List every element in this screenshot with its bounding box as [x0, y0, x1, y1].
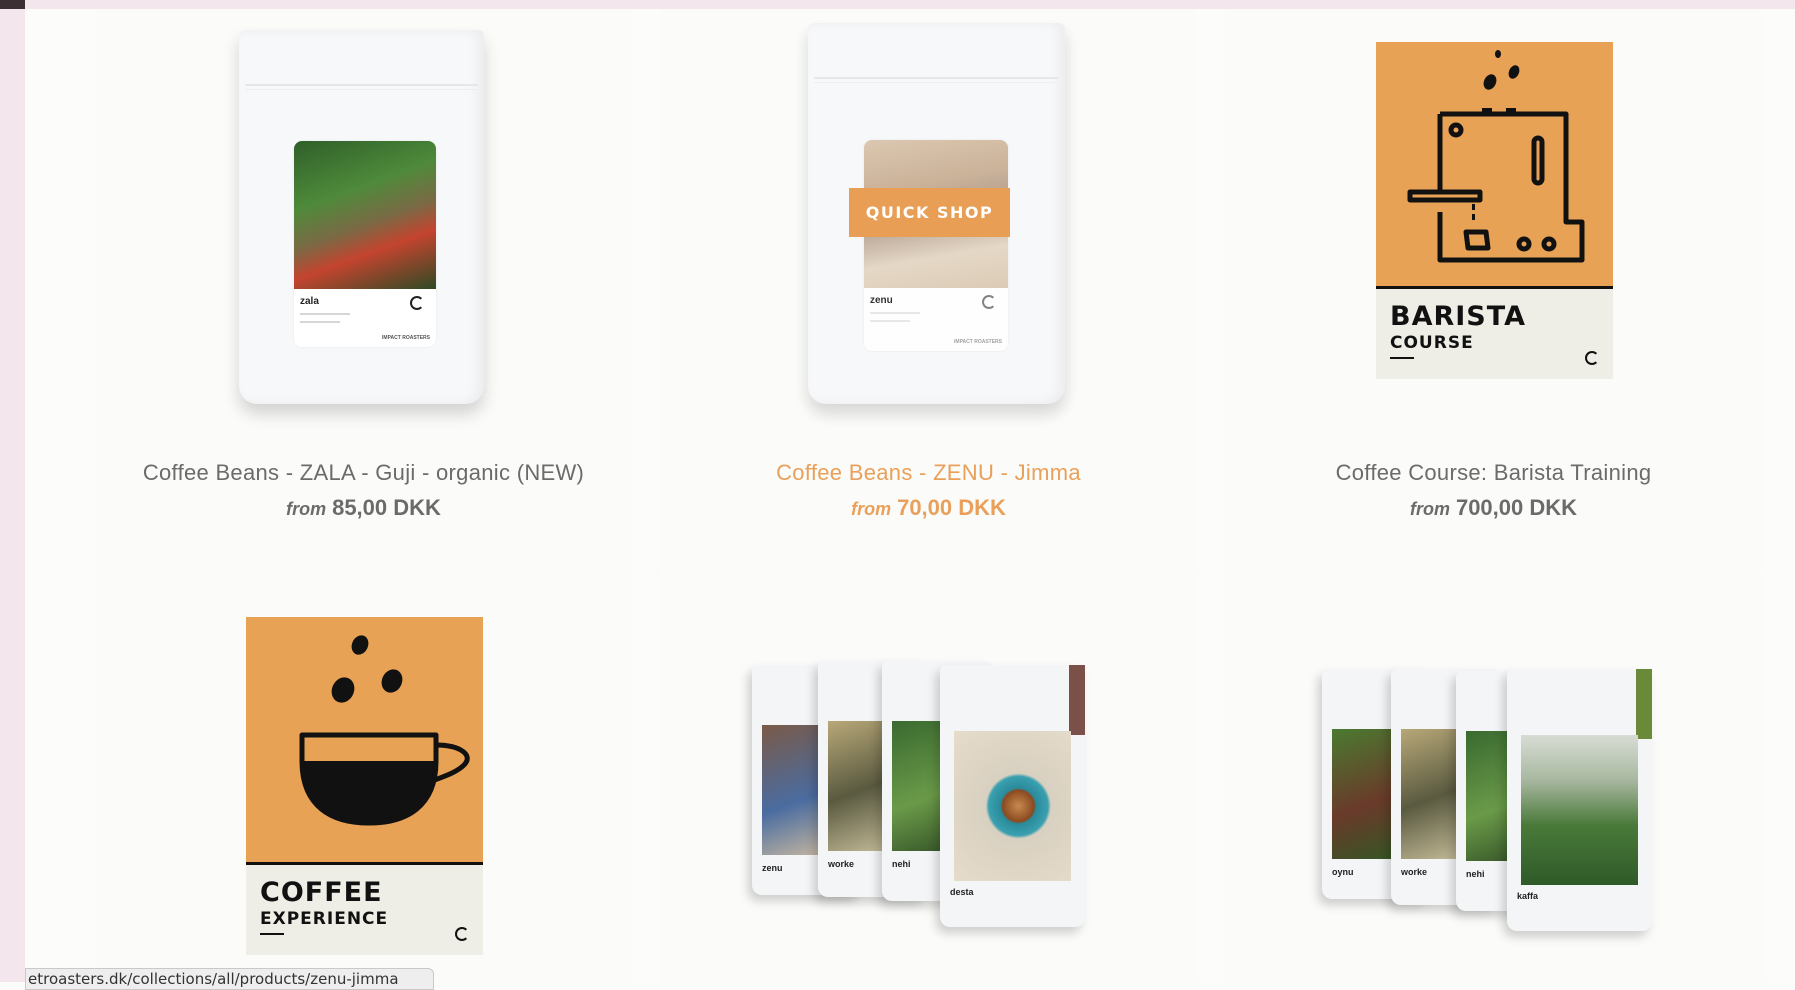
- label-brand: IMPACT ROASTERS: [954, 339, 1002, 345]
- label-name: zenu: [870, 295, 893, 306]
- brand-mark-icon: [455, 927, 469, 941]
- top-bar-corner: [0, 0, 25, 9]
- product-card-zala[interactable]: zala IMPACT ROASTERS Coffee Beans - ZALA…: [95, 9, 632, 569]
- product-title[interactable]: Coffee Beans - ZENU - Jimma: [660, 460, 1197, 486]
- product-image-zala[interactable]: zala IMPACT ROASTERS: [95, 9, 632, 425]
- product-card-zenu[interactable]: zenu IMPACT ROASTERS Coffee Beans - ZENU…: [660, 9, 1197, 569]
- poster-title-line1: COFFEE: [260, 877, 383, 908]
- coffee-bag-zala: zala IMPACT ROASTERS: [239, 30, 484, 404]
- barista-poster: BARISTA COURSE: [1376, 42, 1613, 379]
- price-from-label: from: [851, 499, 892, 519]
- brand-mark-icon: [410, 296, 424, 310]
- poster-title-line2: COURSE: [1390, 333, 1474, 353]
- pouch-kaffa: kaffa: [1507, 669, 1652, 931]
- product-image-barista[interactable]: BARISTA COURSE: [1225, 9, 1762, 425]
- price-value: 70,00 DKK: [897, 495, 1006, 520]
- price-from-label: from: [286, 499, 327, 519]
- product-price: from 70,00 DKK: [660, 495, 1197, 521]
- label-name: zala: [300, 296, 319, 307]
- link-status-bar: etroasters.dk/collections/all/products/z…: [25, 968, 434, 990]
- label-brand: IMPACT ROASTERS: [382, 335, 430, 341]
- product-price: from 85,00 DKK: [95, 495, 632, 521]
- top-bar: [0, 0, 1795, 9]
- coffee-experience-poster: COFFEE EXPERIENCE: [246, 617, 483, 955]
- brand-mark-icon: [1585, 351, 1599, 365]
- left-edge-strip: [0, 9, 25, 982]
- product-card-pack-1[interactable]: zenu worke nehi desta: [660, 573, 1197, 982]
- price-from-label: from: [1409, 499, 1450, 519]
- quick-shop-button[interactable]: QUICK SHOP: [849, 188, 1010, 237]
- product-card-pack-2[interactable]: oynu worke nehi kaffa: [1225, 573, 1762, 982]
- coffee-cup-icon: [299, 635, 470, 826]
- product-card-coffee-experience[interactable]: COFFEE EXPERIENCE: [95, 573, 632, 982]
- product-price: from 700,00 DKK: [1225, 495, 1762, 521]
- poster-title-line2: EXPERIENCE: [260, 909, 389, 929]
- pouch-desta: desta: [940, 665, 1085, 927]
- brand-mark-icon: [982, 295, 996, 309]
- product-title[interactable]: Coffee Course: Barista Training: [1225, 460, 1762, 486]
- poster-title-line1: BARISTA: [1390, 301, 1526, 332]
- espresso-machine-icon: [1407, 50, 1585, 263]
- label-photo-farmers: [294, 141, 436, 289]
- product-title[interactable]: Coffee Beans - ZALA - Guji - organic (NE…: [95, 460, 632, 486]
- product-card-barista[interactable]: BARISTA COURSE Coffee Course: Barista Tr…: [1225, 9, 1762, 569]
- price-value: 85,00 DKK: [332, 495, 441, 520]
- price-value: 700,00 DKK: [1455, 495, 1578, 520]
